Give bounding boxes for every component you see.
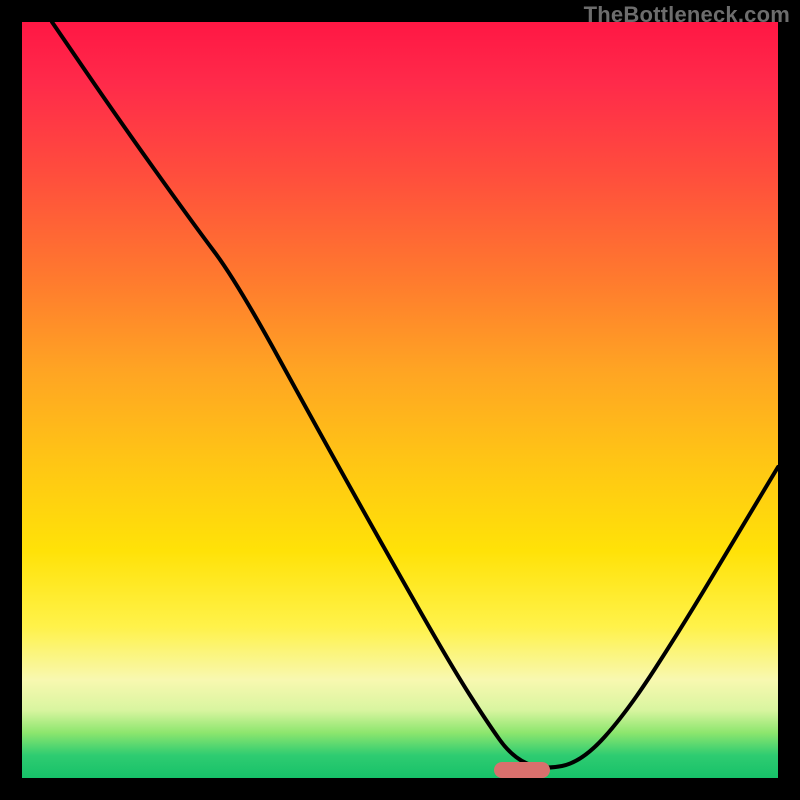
watermark-text: TheBottleneck.com <box>584 2 790 28</box>
chart-frame: TheBottleneck.com <box>0 0 800 800</box>
plot-area <box>22 22 778 778</box>
bottleneck-curve <box>22 22 778 778</box>
optimum-marker <box>494 762 550 778</box>
curve-path <box>52 22 778 768</box>
